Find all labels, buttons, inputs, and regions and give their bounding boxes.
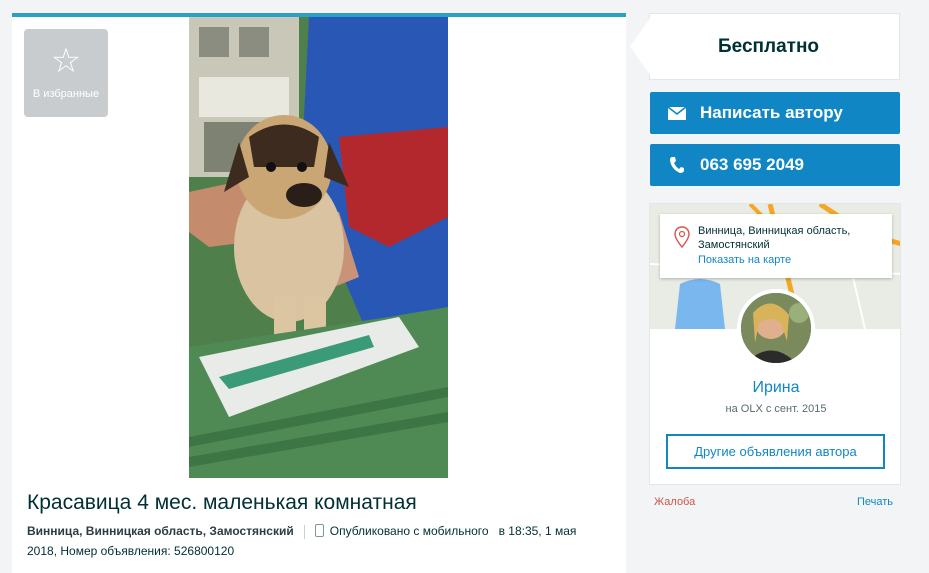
show-phone-button[interactable]: 063 695 2049 xyxy=(650,144,900,186)
meta-divider xyxy=(303,524,305,539)
price-value: Бесплатно xyxy=(718,36,820,57)
phone-number: 063 695 2049 xyxy=(700,155,804,174)
write-author-button[interactable]: Написать автору xyxy=(650,92,900,134)
mobile-phone-icon xyxy=(314,524,324,537)
ad-year-and-id: 2018, Номер объявления: 526800120 xyxy=(27,544,235,558)
published-at: в 18:35, 1 мая xyxy=(498,524,577,538)
envelope-icon xyxy=(668,106,686,120)
ad-location: Винница, Винницкая область, Замостянский xyxy=(27,524,294,538)
price-box: Бесплатно xyxy=(630,13,900,80)
print-link[interactable]: Печать xyxy=(857,496,893,508)
seller-avatar[interactable] xyxy=(737,289,815,367)
phone-icon xyxy=(668,156,686,174)
star-icon: ☆ xyxy=(50,42,82,80)
show-on-map-link[interactable]: Показать на карте xyxy=(698,254,791,266)
ad-meta: Винница, Винницкая область, Замостянский… xyxy=(27,521,607,561)
seller-profile-box: Винница, Винницкая область, Замостянский… xyxy=(649,203,901,485)
add-to-favorites-button[interactable]: ☆ В избранные xyxy=(24,29,108,117)
seller-name[interactable]: Ирина xyxy=(650,379,900,397)
favorites-label: В избранные xyxy=(32,88,100,100)
dog-photo-image xyxy=(189,17,448,478)
seller-since: на OLX с сент. 2015 xyxy=(725,403,827,415)
other-ads-button[interactable]: Другие объявления автора xyxy=(666,434,885,469)
map-pin-icon xyxy=(674,226,690,253)
map-address: Винница, Винницкая область, Замостянский xyxy=(698,225,851,251)
ad-title: Красавица 4 мес. маленькая комнатная xyxy=(27,491,417,514)
write-author-label: Написать автору xyxy=(700,103,843,122)
ad-photo[interactable] xyxy=(189,17,448,478)
published-from: Опубликовано с мобильного xyxy=(329,524,489,538)
map-address-popup: Винница, Винницкая область, Замостянский… xyxy=(660,214,892,278)
complain-link[interactable]: Жалоба xyxy=(654,496,695,508)
